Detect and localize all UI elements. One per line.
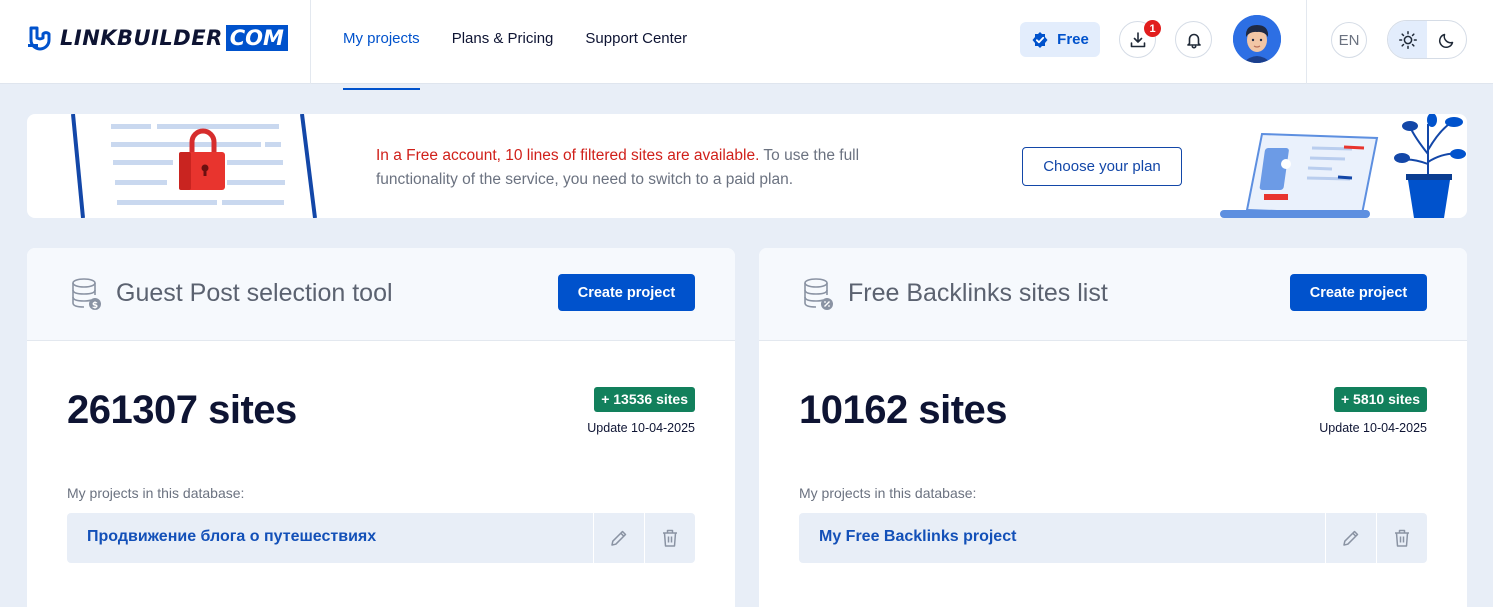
plan-badge[interactable]: Free [1020, 22, 1100, 57]
sites-count: 261307 sites [67, 388, 297, 432]
bell-icon [1186, 33, 1201, 48]
project-row: Продвижение блога о путешествиях [67, 513, 695, 563]
projects-label: My projects in this database: [67, 485, 245, 501]
plan-badge-label: Free [1057, 31, 1089, 48]
brand-suffix: COM [225, 25, 288, 51]
edit-project-button[interactable] [1325, 513, 1376, 563]
light-theme-button[interactable] [1388, 21, 1427, 58]
choose-plan-button[interactable]: Choose your plan [1022, 147, 1182, 186]
logo-mark-icon [28, 26, 51, 51]
database-dollar-icon: $ [72, 278, 101, 311]
notifications-button[interactable] [1175, 21, 1212, 58]
projects-label: My projects in this database: [799, 485, 977, 501]
locked-document-illustration [71, 114, 317, 218]
trash-icon [663, 529, 677, 547]
sites-delta-badge: + 13536 sites [594, 387, 695, 412]
nav-support-center[interactable]: Support Center [585, 0, 687, 84]
card-title: Guest Post selection tool [116, 279, 393, 307]
trash-icon [1395, 529, 1409, 547]
project-row: My Free Backlinks project [799, 513, 1427, 563]
banner-highlight: In a Free account, 10 lines of filtered … [376, 147, 760, 164]
nav-my-projects[interactable]: My projects [343, 0, 420, 90]
svg-text:$: $ [92, 301, 98, 311]
sites-delta-badge: + 5810 sites [1333, 387, 1427, 412]
sites-count: 10162 sites [799, 388, 1008, 432]
free-backlinks-card: Free Backlinks sites list Create project… [759, 248, 1467, 607]
nav-plans-pricing[interactable]: Plans & Pricing [452, 0, 554, 84]
delete-project-button[interactable] [644, 513, 695, 563]
divider [1306, 0, 1307, 84]
theme-toggle [1387, 20, 1467, 59]
avatar-illustration-icon [1233, 15, 1281, 63]
pencil-icon [611, 530, 627, 546]
divider [310, 0, 311, 84]
moon-icon [1438, 33, 1453, 48]
top-header: LINKBUILDER COM My projects Plans & Pric… [0, 0, 1493, 90]
edit-project-button[interactable] [593, 513, 644, 563]
delete-project-button[interactable] [1376, 513, 1427, 563]
update-date: Update 10-04-2025 [587, 421, 695, 435]
verified-badge-icon [1032, 31, 1048, 48]
card-header: Free Backlinks sites list Create project [759, 248, 1467, 341]
brand-name: LINKBUILDER [60, 26, 223, 50]
pencil-icon [1343, 530, 1359, 546]
project-name-link[interactable]: My Free Backlinks project [819, 528, 1016, 546]
dark-theme-button[interactable] [1427, 21, 1466, 58]
user-avatar[interactable] [1233, 15, 1281, 63]
guest-post-card: $ Guest Post selection tool Create proje… [27, 248, 735, 607]
card-title: Free Backlinks sites list [848, 279, 1108, 307]
create-project-button[interactable]: Create project [558, 274, 695, 311]
database-percent-icon [804, 278, 833, 310]
download-icon [1130, 31, 1145, 47]
update-date: Update 10-04-2025 [1319, 421, 1427, 435]
upgrade-banner: In a Free account, 10 lines of filtered … [27, 114, 1467, 218]
logo[interactable]: LINKBUILDER COM [26, 25, 288, 51]
card-header: $ Guest Post selection tool Create proje… [27, 248, 735, 341]
downloads-count-badge: 1 [1144, 20, 1161, 37]
language-switcher[interactable]: EN [1331, 22, 1367, 58]
banner-message: In a Free account, 10 lines of filtered … [376, 144, 936, 192]
sun-icon [1398, 30, 1417, 49]
create-project-button[interactable]: Create project [1290, 274, 1427, 311]
laptop-plant-illustration [1220, 114, 1466, 218]
project-name-link[interactable]: Продвижение блога о путешествиях [87, 528, 376, 546]
main-nav: My projects Plans & Pricing Support Cent… [343, 0, 719, 90]
